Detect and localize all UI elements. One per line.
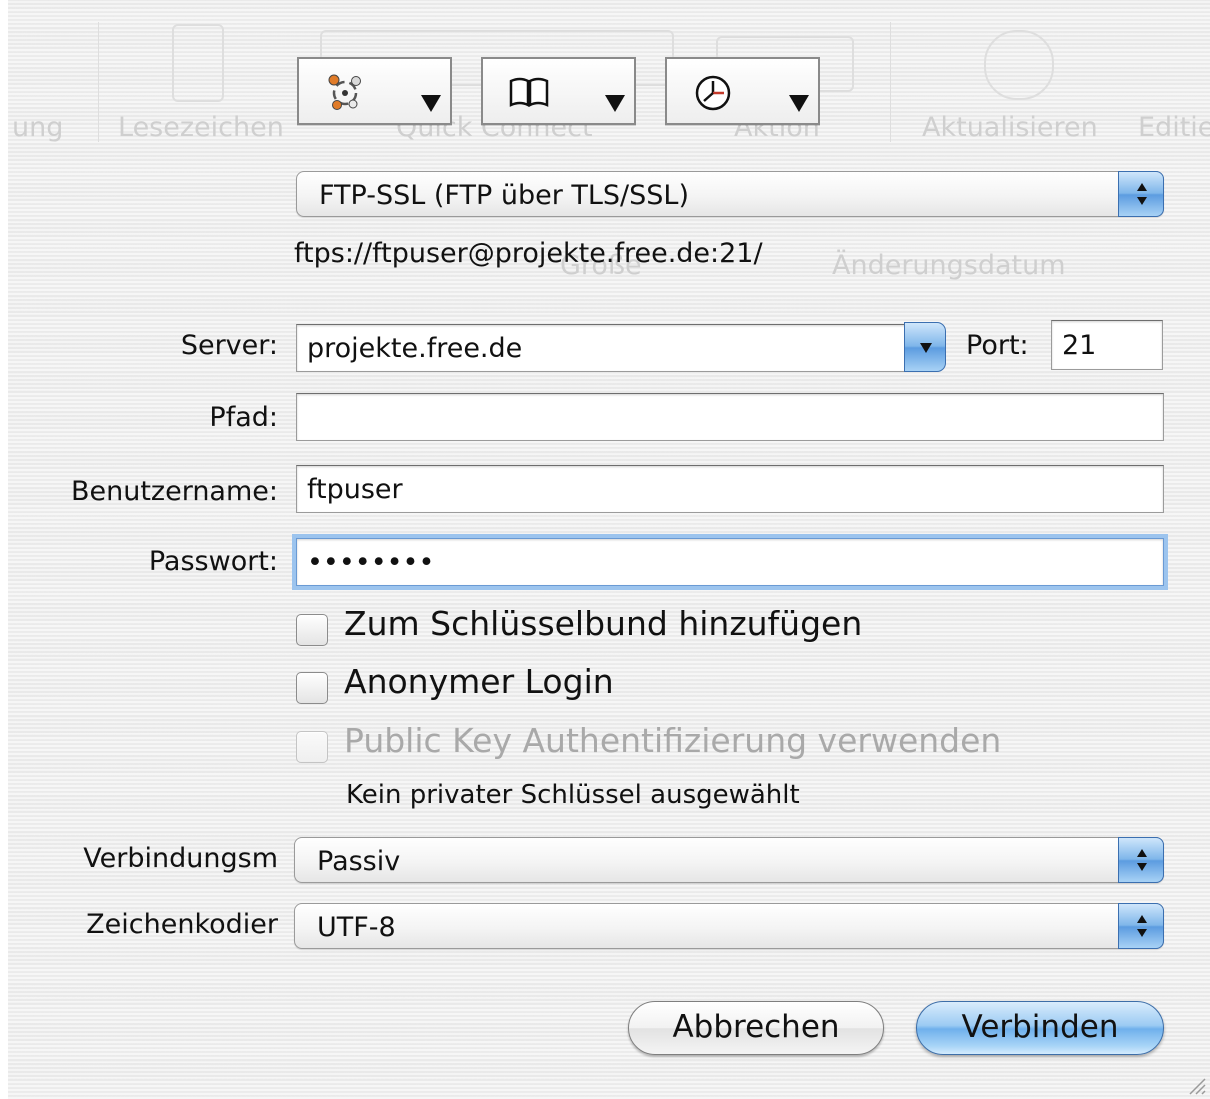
clock-icon xyxy=(695,75,731,111)
select-stepper-icon xyxy=(1118,837,1164,883)
ghost-refresh-icon xyxy=(984,30,1054,100)
popup-arrow-icon xyxy=(421,95,441,112)
private-key-note: Kein privater Schlüssel ausgewählt xyxy=(346,780,800,810)
username-input[interactable] xyxy=(296,465,1164,513)
server-label: Server: xyxy=(180,330,278,361)
port-label: Port: xyxy=(966,330,1029,361)
ghost-column-header: Änderungsdatum xyxy=(832,250,1066,281)
connect-button[interactable]: Verbinden xyxy=(916,1001,1164,1055)
keychain-checkbox-label: Zum Schlüsselbund hinzufügen xyxy=(344,604,863,643)
password-input[interactable] xyxy=(296,538,1164,586)
encoding-label: Zeichenkodier xyxy=(86,909,278,940)
anonymous-checkbox[interactable] xyxy=(296,672,328,704)
resize-grip-icon[interactable] xyxy=(1186,1075,1206,1095)
protocol-select[interactable]: FTP-SSL (FTP über TLS/SSL) xyxy=(296,171,1164,217)
port-input[interactable] xyxy=(1051,320,1163,370)
ghost-label: Aktualisieren xyxy=(922,112,1098,143)
path-label: Pfad: xyxy=(209,402,278,433)
ghost-separator xyxy=(890,22,891,142)
ghost-label: Editie xyxy=(1138,112,1210,143)
history-popup-button[interactable] xyxy=(665,57,820,125)
encoding-select[interactable]: UTF-8 xyxy=(294,903,1164,949)
server-input[interactable] xyxy=(296,324,908,372)
bookmarks-popup-button[interactable] xyxy=(481,57,636,125)
encoding-value: UTF-8 xyxy=(317,912,396,943)
server-history-button[interactable] xyxy=(904,322,946,372)
window-edge xyxy=(0,0,8,1099)
connection-mode-select[interactable]: Passiv xyxy=(294,837,1164,883)
select-stepper-icon xyxy=(1118,171,1164,217)
connection-mode-label: Verbindungsm xyxy=(83,843,278,874)
pubkey-checkbox-row: Public Key Authentifizierung verwenden xyxy=(296,721,1036,767)
anonymous-checkbox-label: Anonymer Login xyxy=(344,662,614,701)
ghost-label: Lesezeichen xyxy=(118,112,284,143)
protocol-select-value: FTP-SSL (FTP über TLS/SSL) xyxy=(319,180,689,211)
cancel-button[interactable]: Abbrechen xyxy=(628,1001,884,1055)
keychain-checkbox[interactable] xyxy=(296,614,328,646)
password-label: Passwort: xyxy=(148,546,278,577)
path-input[interactable] xyxy=(296,393,1164,441)
chevron-down-icon xyxy=(920,343,932,353)
ghost-bookmark-icon xyxy=(172,24,224,102)
ghost-separator xyxy=(98,22,99,142)
network-icon xyxy=(328,74,361,110)
select-stepper-icon xyxy=(1118,903,1164,949)
book-icon xyxy=(509,77,549,108)
popup-arrow-icon xyxy=(605,95,625,112)
ghost-label: ung xyxy=(12,112,64,143)
connection-mode-value: Passiv xyxy=(317,846,401,877)
keychain-checkbox-row[interactable]: Zum Schlüsselbund hinzufügen xyxy=(296,604,916,650)
connection-url: ftps://ftpuser@projekte.free.de:21/ xyxy=(294,238,763,269)
popup-arrow-icon xyxy=(789,95,809,112)
username-label: Benutzername: xyxy=(70,476,278,507)
anonymous-checkbox-row[interactable]: Anonymer Login xyxy=(296,662,656,708)
pubkey-checkbox xyxy=(296,731,328,763)
pubkey-checkbox-label: Public Key Authentifizierung verwenden xyxy=(344,721,1002,760)
network-popup-button[interactable] xyxy=(297,57,452,125)
